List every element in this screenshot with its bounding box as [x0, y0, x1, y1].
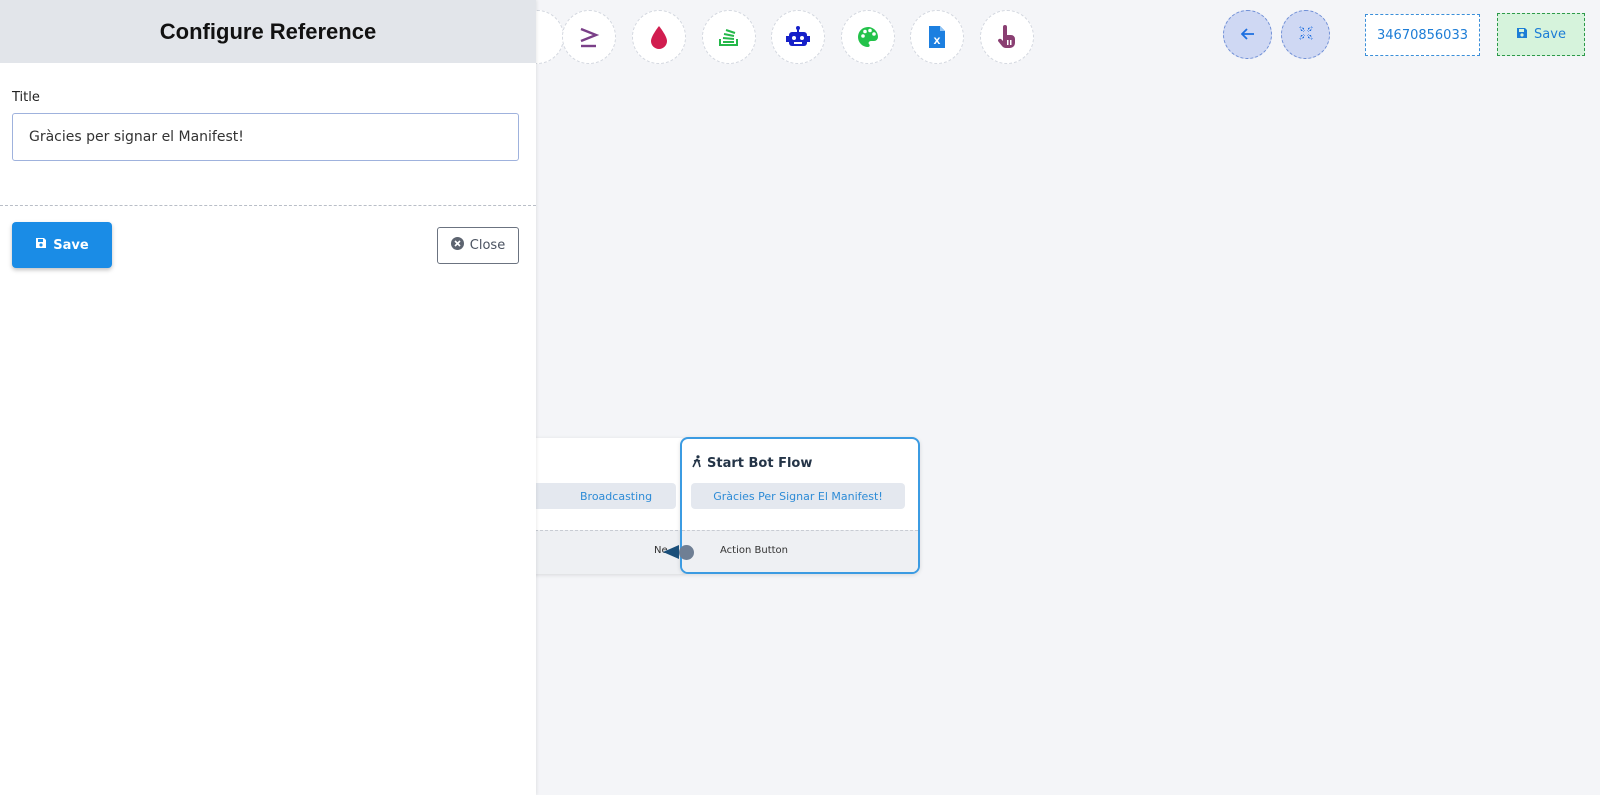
back-button[interactable]	[1223, 10, 1272, 59]
stack-icon	[718, 26, 740, 48]
fit-view-button[interactable]	[1281, 10, 1330, 59]
drop-icon	[650, 25, 668, 49]
node-title-text: Start Bot Flow	[707, 456, 813, 471]
connector-handle[interactable]	[679, 545, 694, 560]
walking-person-icon	[692, 455, 703, 472]
top-save-button[interactable]: Save	[1497, 13, 1585, 56]
node-pill-text: Broadcasting	[580, 489, 653, 503]
panel-save-button[interactable]: Save	[12, 222, 112, 268]
node-title: Start Bot Flow	[692, 455, 812, 472]
toolbar-button-greater-equal[interactable]	[562, 10, 616, 64]
flow-node-start-bot-flow[interactable]: Start Bot Flow Gràcies Per Signar El Man…	[680, 437, 920, 574]
panel-save-label: Save	[53, 237, 89, 253]
panel-close-label: Close	[469, 238, 506, 253]
pointer-hand-icon	[996, 25, 1018, 49]
node-pill-text: Gràcies Per Signar El Manifest!	[713, 489, 883, 503]
connector-arrow	[663, 545, 679, 559]
svg-text:X: X	[934, 37, 941, 47]
node-pill-broadcasting: Broadcasting	[516, 483, 676, 509]
close-circle-icon	[450, 237, 464, 254]
title-input[interactable]	[12, 113, 519, 161]
toolbar-button-bot[interactable]	[771, 10, 825, 64]
arrow-left-icon	[1240, 25, 1255, 44]
panel-header: Configure Reference	[0, 0, 536, 63]
toolbar-button-palette[interactable]	[841, 10, 895, 64]
node-footer: Action Button	[682, 530, 918, 572]
node-footer-text: Action Button	[720, 545, 788, 556]
toolbar-button-stack[interactable]	[702, 10, 756, 64]
phone-number-chip[interactable]: 34670856033	[1365, 14, 1480, 56]
compress-icon	[1298, 25, 1313, 44]
title-field-label: Title	[12, 90, 40, 105]
toolbar-button-excel[interactable]: X	[910, 10, 964, 64]
floppy-disk-icon	[1516, 27, 1528, 43]
toolbar-button-drop[interactable]	[632, 10, 686, 64]
panel-divider	[0, 205, 536, 206]
floppy-disk-icon	[35, 237, 47, 253]
bot-icon	[785, 26, 811, 48]
phone-number-text: 34670856033	[1377, 27, 1468, 43]
top-save-label: Save	[1534, 27, 1566, 42]
configure-reference-panel: Configure Reference Title Save Close	[0, 0, 536, 795]
panel-close-button[interactable]: Close	[437, 227, 519, 264]
panel-title: Configure Reference	[159, 18, 377, 44]
toolbar-button-pointer[interactable]	[980, 10, 1034, 64]
palette-icon	[856, 25, 880, 49]
greater-equal-icon	[578, 25, 600, 49]
node-pill-reference: Gràcies Per Signar El Manifest!	[691, 483, 905, 509]
excel-file-icon: X	[928, 25, 946, 49]
